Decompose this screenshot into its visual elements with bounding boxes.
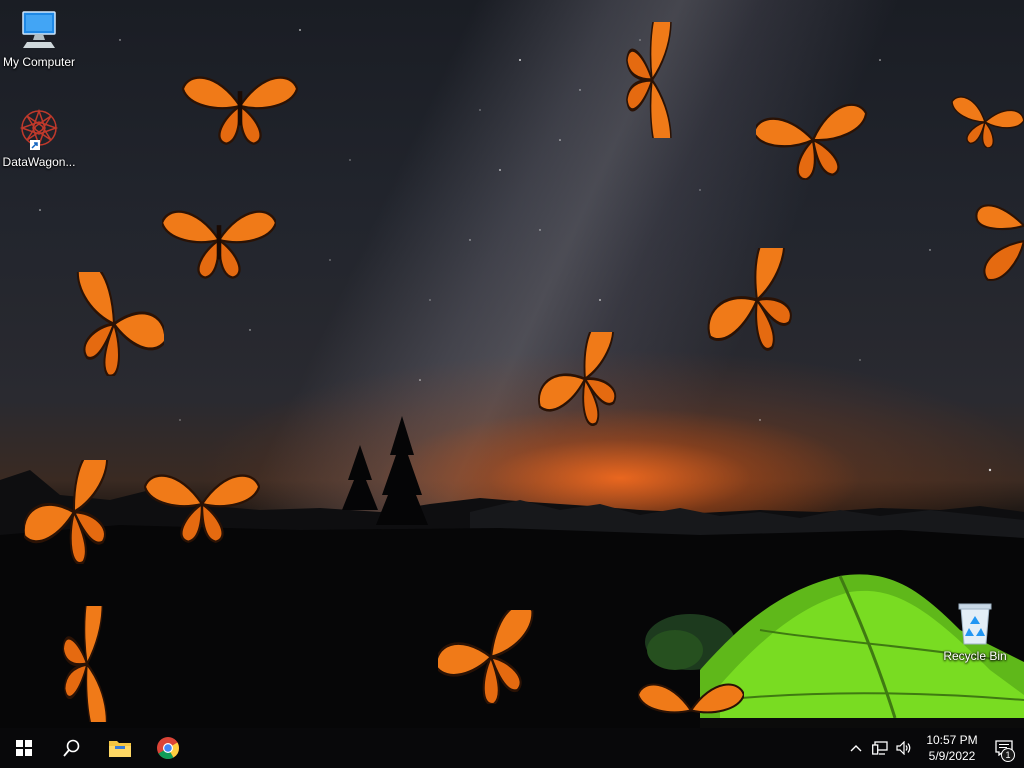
butterfly xyxy=(76,272,164,376)
butterfly xyxy=(62,606,108,722)
butterfly xyxy=(182,76,298,145)
action-center-button[interactable]: 1 xyxy=(984,728,1024,768)
desktop-wallpaper xyxy=(0,0,1024,728)
desktop-icon-label: DataWagon... xyxy=(2,155,76,169)
butterfly xyxy=(24,460,109,564)
butterfly xyxy=(756,103,868,180)
desktop-icon-my-computer[interactable]: My Computer xyxy=(0,8,78,69)
butterfly xyxy=(638,683,744,714)
clock-time: 10:57 PM xyxy=(926,733,978,747)
butterfly xyxy=(438,610,534,704)
start-button[interactable] xyxy=(0,728,48,768)
butterfly xyxy=(538,332,617,426)
datawagon-shortcut-icon xyxy=(19,108,59,150)
desktop-icon-recycle-bin[interactable]: Recycle Bin xyxy=(936,600,1014,663)
show-hidden-icons-button[interactable] xyxy=(844,728,868,768)
network-button[interactable] xyxy=(868,728,892,768)
butterfly xyxy=(707,248,792,351)
recycle-bin-icon xyxy=(958,603,992,645)
computer-icon xyxy=(22,11,56,48)
system-tray: 10:57 PM 5/9/2022 1 xyxy=(844,728,1024,768)
butterfly xyxy=(975,204,1024,281)
file-explorer-button[interactable] xyxy=(96,728,144,768)
desktop-icon-datawagon[interactable]: DataWagon... xyxy=(0,106,78,169)
chrome-button[interactable] xyxy=(144,728,192,768)
butterfly xyxy=(626,22,672,138)
volume-button[interactable] xyxy=(892,728,916,768)
search-icon xyxy=(63,739,80,757)
taskbar: 10:57 PM 5/9/2022 1 xyxy=(0,728,1024,768)
windows-start-icon xyxy=(16,740,32,756)
chevron-up-icon xyxy=(850,745,862,752)
search-button[interactable] xyxy=(48,728,96,768)
network-icon xyxy=(872,741,888,755)
butterfly xyxy=(951,96,1024,148)
notification-count-badge: 1 xyxy=(1001,748,1015,762)
chrome-icon xyxy=(157,737,179,759)
volume-icon xyxy=(896,741,911,755)
clock-date: 5/9/2022 xyxy=(928,749,976,763)
desktop-icon-label: Recycle Bin xyxy=(943,649,1007,663)
file-explorer-icon xyxy=(109,741,131,757)
clock[interactable]: 10:57 PM 5/9/2022 xyxy=(920,732,984,764)
butterfly xyxy=(162,210,276,279)
desktop-icon-label: My Computer xyxy=(2,55,76,69)
butterfly xyxy=(144,474,260,543)
